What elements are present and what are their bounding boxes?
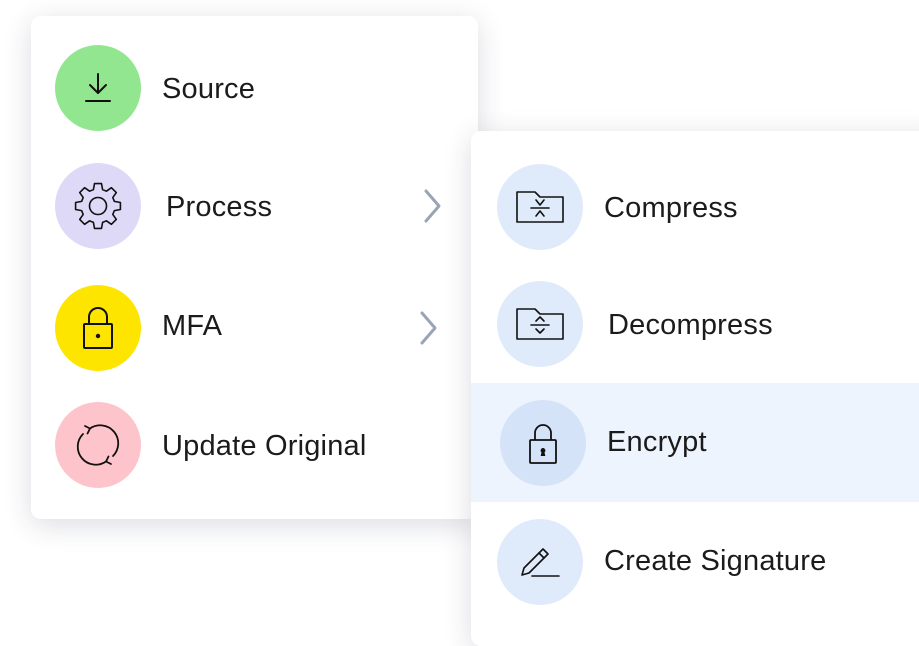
download-icon — [85, 73, 111, 102]
menu-item-mfa-label: MFA — [162, 310, 223, 342]
menu-item-process-label: Process — [166, 191, 273, 223]
decompress-folder-icon — [516, 308, 564, 340]
menu-item-update-original[interactable]: Update Original — [31, 396, 478, 496]
menu-item-mfa[interactable]: MFA — [31, 278, 478, 378]
menu-item-source-label: Source — [162, 73, 256, 105]
gear-icon — [74, 182, 122, 230]
main-menu: Source Process MFA Update Original — [31, 16, 478, 519]
create-signature-icon-circle — [497, 519, 583, 605]
submenu-item-compress[interactable]: Compress — [471, 151, 919, 266]
source-icon-circle — [55, 45, 141, 131]
process-icon-circle — [55, 163, 141, 249]
compress-folder-icon — [516, 191, 564, 223]
submenu-item-create-signature-label: Create Signature — [604, 545, 827, 577]
padlock-icon — [83, 307, 113, 349]
submenu-item-decompress[interactable]: Decompress — [471, 268, 919, 383]
submenu-item-compress-label: Compress — [604, 192, 738, 224]
submenu-item-encrypt[interactable]: Encrypt — [471, 383, 919, 502]
refresh-icon — [76, 424, 120, 466]
submenu-item-create-signature[interactable]: Create Signature — [471, 504, 919, 619]
chevron-right-icon — [416, 308, 440, 348]
menu-item-update-original-label: Update Original — [162, 430, 367, 462]
lock-icon — [529, 424, 557, 464]
menu-item-process[interactable]: Process — [31, 156, 478, 256]
menu-item-source[interactable]: Source — [31, 38, 478, 138]
encrypt-icon-circle — [500, 400, 586, 486]
chevron-right-icon — [420, 186, 444, 226]
process-submenu: Compress Decompress Encrypt Create Signa… — [471, 131, 919, 646]
mfa-icon-circle — [55, 285, 141, 371]
submenu-item-decompress-label: Decompress — [608, 309, 773, 341]
update-original-icon-circle — [55, 402, 141, 488]
pen-icon — [521, 548, 560, 577]
submenu-item-encrypt-label: Encrypt — [607, 426, 707, 458]
decompress-icon-circle — [497, 281, 583, 367]
compress-icon-circle — [497, 164, 583, 250]
